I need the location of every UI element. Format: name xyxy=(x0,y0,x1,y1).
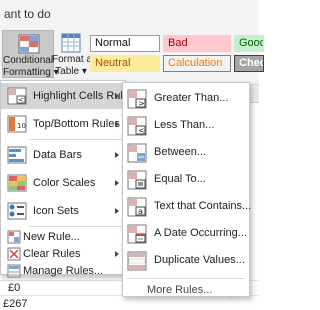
between-icon xyxy=(127,143,147,163)
tell-me-box[interactable]: ant to do xyxy=(4,7,51,21)
color-scales-label: Color Scales xyxy=(33,177,96,189)
data-bars-label: Data Bars xyxy=(33,149,82,161)
greater-than-label: Greater Than... xyxy=(154,92,229,104)
menu-item-highlight-cells-rules[interactable]: < Highlight Cells Rules xyxy=(1,83,135,109)
less-than-label: Less Than... xyxy=(154,119,215,131)
style-check[interactable]: Check xyxy=(234,55,264,72)
submenu-item-date-occurring[interactable]: A Date Occurring... xyxy=(123,222,249,246)
menu-item-icon-sets[interactable]: Icon Sets xyxy=(1,198,125,224)
conditional-formatting-label-1: Conditional xyxy=(3,55,54,66)
submenu-item-less-than[interactable]: < Less Than... xyxy=(123,114,249,138)
top-bottom-rules-label: Top/Bottom Rules xyxy=(33,118,120,130)
equal-to-label: Equal To... xyxy=(154,173,206,185)
svg-text:>: > xyxy=(138,99,145,108)
clear-rules-icon xyxy=(7,247,21,261)
submenu-item-equal-to[interactable]: Equal To... xyxy=(123,168,249,192)
menu-separator xyxy=(29,226,123,227)
top-bottom-icon: 10 xyxy=(7,115,27,133)
style-good[interactable]: Good xyxy=(234,35,264,52)
highlight-cells-icon: < xyxy=(7,87,27,105)
menu-separator xyxy=(29,139,123,140)
less-than-icon: < xyxy=(127,116,147,136)
manage-rules-label: Manage Rules... xyxy=(23,265,104,277)
submenu-arrow-icon xyxy=(115,251,119,257)
highlight-cells-rules-label: Highlight Cells Rules xyxy=(33,90,135,102)
style-calculation[interactable]: Calculation xyxy=(163,55,231,72)
cell-value[interactable]: £0 xyxy=(8,282,20,294)
submenu-arrow-icon xyxy=(115,208,119,214)
submenu-item-greater-than[interactable]: > Greater Than... xyxy=(123,87,249,111)
equal-to-icon xyxy=(127,170,147,190)
manage-rules-icon xyxy=(7,264,21,278)
highlight-cells-submenu: > Greater Than... < Less Than... Between… xyxy=(122,82,252,297)
duplicate-values-icon xyxy=(127,251,147,271)
submenu-arrow-icon xyxy=(115,93,119,99)
menu-item-clear-rules[interactable]: Clear Rules xyxy=(1,246,125,262)
date-occurring-icon xyxy=(127,224,147,244)
between-label: Between... xyxy=(154,146,206,158)
submenu-arrow-icon xyxy=(115,180,119,186)
ribbon: ant to do Conditional Formatting ▾ Forma… xyxy=(0,0,264,85)
menu-item-manage-rules[interactable]: Manage Rules... xyxy=(1,263,125,279)
submenu-arrow-icon xyxy=(115,121,119,127)
format-as-table-icon xyxy=(61,33,81,53)
conditional-formatting-label-2: Formatting ▾ xyxy=(3,67,59,78)
text-contains-icon: a xyxy=(127,197,147,217)
style-bad[interactable]: Bad xyxy=(163,35,231,52)
menu-item-new-rule[interactable]: New Rule... xyxy=(1,229,125,245)
svg-text:10: 10 xyxy=(17,122,26,130)
submenu-item-between[interactable]: Between... xyxy=(123,141,249,165)
icon-sets-icon xyxy=(7,202,27,220)
icon-sets-label: Icon Sets xyxy=(33,205,79,217)
clear-rules-label: Clear Rules xyxy=(23,248,81,260)
date-occurring-label: A Date Occurring... xyxy=(154,227,247,239)
svg-text:a: a xyxy=(138,207,143,216)
menu-separator xyxy=(127,278,245,279)
new-rule-icon xyxy=(7,230,21,244)
style-normal[interactable]: Normal xyxy=(90,35,160,52)
data-bars-icon xyxy=(7,146,27,164)
format-as-table-label-1: Format as xyxy=(52,54,98,65)
style-neutral[interactable]: Neutral xyxy=(90,55,160,72)
conditional-formatting-icon xyxy=(18,34,40,54)
more-rules-label: More Rules... xyxy=(147,284,213,296)
submenu-item-text-contains[interactable]: a Text that Contains... xyxy=(123,195,252,219)
conditional-formatting-menu: < Highlight Cells Rules 10 Top/Bottom Ru… xyxy=(0,80,135,278)
svg-text:<: < xyxy=(18,96,24,104)
conditional-formatting-button[interactable]: Conditional Formatting ▾ xyxy=(2,30,59,78)
format-as-table-button[interactable]: Format as Table ▾ xyxy=(52,30,97,78)
submenu-item-more-rules[interactable]: More Rules... xyxy=(123,281,249,297)
menu-item-data-bars[interactable]: Data Bars xyxy=(1,142,125,168)
submenu-arrow-icon xyxy=(115,152,119,158)
svg-text:<: < xyxy=(138,126,145,135)
menu-item-top-bottom-rules[interactable]: 10 Top/Bottom Rules xyxy=(1,111,125,137)
color-scales-icon xyxy=(7,174,27,192)
greater-than-icon: > xyxy=(127,89,147,109)
submenu-item-duplicate-values[interactable]: Duplicate Values... xyxy=(123,249,249,273)
text-contains-label: Text that Contains... xyxy=(154,200,252,212)
duplicate-values-label: Duplicate Values... xyxy=(154,254,245,266)
new-rule-label: New Rule... xyxy=(23,231,80,243)
menu-item-color-scales[interactable]: Color Scales xyxy=(1,170,125,196)
format-as-table-label-2: Table ▾ xyxy=(55,66,87,77)
